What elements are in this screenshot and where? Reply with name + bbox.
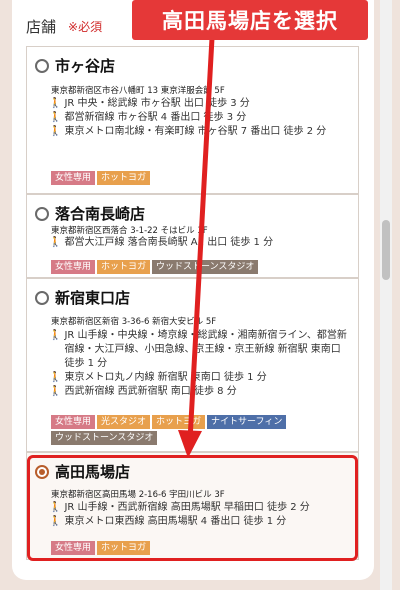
tag-hot-yoga: ホットヨガ [97, 171, 151, 185]
walking-person-icon: 🚶 [49, 237, 62, 248]
store-tags: 女性専用 ホットヨガ ウッドストーンスタジオ [51, 260, 351, 274]
store-name: 市ヶ谷店 [55, 57, 116, 75]
tag-night-surfing: ナイトサーフィン [207, 415, 287, 429]
store-address: 東京都新宿区新宿 3-36-6 新宿大安ビル 5F [51, 317, 217, 327]
tag-light-studio: 光スタジオ [97, 415, 151, 429]
walking-person-icon: 🚶 [49, 112, 62, 123]
tag-hot-yoga: ホットヨガ [97, 260, 151, 274]
required-mark: ※必須 [68, 19, 103, 34]
tag-women-only: 女性専用 [51, 415, 96, 429]
walking-person-icon: 🚶 [49, 126, 62, 137]
annotation-banner: 高田馬場店を選択 [132, 0, 368, 40]
radio-ichigaya[interactable] [35, 58, 49, 73]
tag-women-only: 女性専用 [51, 260, 96, 274]
tag-women-only: 女性専用 [51, 171, 96, 185]
walking-person-icon: 🚶 [49, 330, 62, 341]
tag-woodstone-studio: ウッドストーンスタジオ [152, 260, 259, 274]
access-list: 🚶 都営大江戸線 落合南長崎駅 A1 出口 徒歩 1 分 [49, 237, 274, 248]
scrollbar-thumb[interactable] [382, 220, 390, 280]
section-label: 店舗 [26, 17, 57, 36]
walking-person-icon: 🚶 [49, 386, 62, 397]
access-list: 🚶 JR 中央・総武線 市ヶ谷駅 出口 徒歩 3 分 🚶 都営新宿線 市ヶ谷駅 4 … [49, 98, 327, 137]
store-tags: 女性専用 ホットヨガ [51, 171, 351, 185]
annotation-highlight-box [27, 455, 358, 561]
section-header: 店舗 ※必須 [26, 14, 102, 38]
walking-person-icon: 🚶 [49, 372, 62, 383]
walking-person-icon: 🚶 [49, 98, 62, 109]
store-address: 東京都新宿区西落合 3-1-22 そはビル 3F [51, 226, 208, 236]
radio-ochiai[interactable] [35, 206, 49, 221]
store-tags: 女性専用 光スタジオ ホットヨガ ナイトサーフィン ウッドストーンスタジオ [51, 415, 351, 445]
access-list: 🚶 JR 山手線・中央線・埼京線・総武線・湘南新宿ライン、都営新宿線・大江戸線、小… [49, 330, 347, 397]
store-option-ochiai[interactable]: 落合南長崎店 東京都新宿区西落合 3-1-22 そはビル 3F 🚶 都営大江戸線 … [26, 194, 359, 278]
store-name: 落合南長崎店 [55, 205, 146, 223]
scrollbar[interactable] [380, 0, 392, 590]
radio-shinjuku-east[interactable] [35, 290, 49, 305]
tag-woodstone-studio: ウッドストーンスタジオ [51, 431, 158, 445]
store-address: 東京都新宿区市谷八幡町 13 東京洋服会館 5F [51, 86, 225, 96]
store-name: 新宿東口店 [55, 289, 131, 307]
store-option-ichigaya[interactable]: 市ヶ谷店 東京都新宿区市谷八幡町 13 東京洋服会館 5F 🚶 JR 中央・総武線… [26, 46, 359, 194]
tag-hot-yoga: ホットヨガ [152, 415, 206, 429]
store-option-shinjuku-east[interactable]: 新宿東口店 東京都新宿区新宿 3-36-6 新宿大安ビル 5F 🚶 JR 山手線・… [26, 278, 359, 452]
